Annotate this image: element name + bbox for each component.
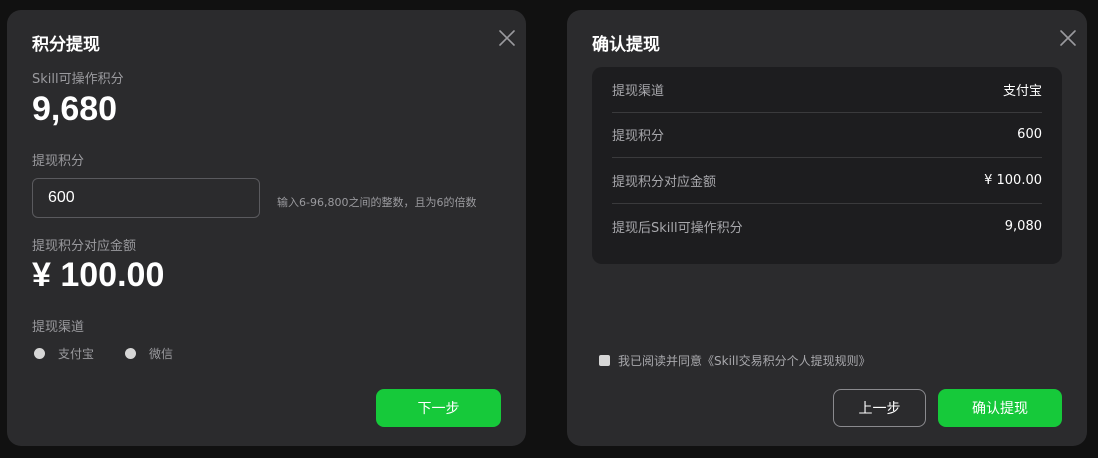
row-value: 9,080 — [1004, 218, 1042, 234]
operable-points-value: 9,680 — [32, 90, 118, 128]
radio-dot — [34, 348, 45, 359]
amount-label: 提现积分 — [32, 154, 85, 169]
agreement-text[interactable]: 我已阅读并同意《Skill交易积分个人提现规则》 — [618, 352, 871, 369]
row-key: 提现积分对应金额 — [612, 174, 717, 190]
withdraw-dialog: 积分提现 Skill可操作积分 9,680 提现积分 600 输入6-96,80… — [7, 10, 526, 446]
confirm-button[interactable]: 确认提现 — [938, 389, 1062, 427]
summary-row: 提现积分 600 — [612, 113, 1042, 158]
radio-wechat[interactable]: 微信 — [125, 345, 173, 362]
prev-button[interactable]: 上一步 — [833, 389, 926, 427]
operable-points-label: Skill可操作积分 — [32, 72, 124, 87]
summary-row: 提现渠道 支付宝 — [612, 67, 1042, 113]
agreement: 我已阅读并同意《Skill交易积分个人提现规则》 — [599, 352, 871, 369]
row-key: 提现后Skill可操作积分 — [612, 220, 743, 236]
amount-input[interactable]: 600 — [32, 178, 260, 218]
money-label: 提现积分对应金额 — [32, 239, 137, 254]
row-value: ¥ 100.00 — [984, 172, 1042, 188]
amount-hint: 输入6-96,800之间的整数，且为6的倍数 — [277, 196, 477, 209]
channel-label: 提现渠道 — [32, 320, 85, 335]
next-button[interactable]: 下一步 — [376, 389, 501, 427]
agree-checkbox[interactable] — [599, 355, 610, 366]
dialog-title: 确认提现 — [592, 35, 660, 55]
row-key: 提现积分 — [612, 129, 665, 145]
close-icon[interactable] — [498, 29, 516, 47]
row-value: 支付宝 — [1002, 83, 1042, 99]
row-key: 提现渠道 — [612, 83, 665, 99]
summary-row: 提现后Skill可操作积分 9,080 — [612, 204, 1042, 250]
confirm-dialog: 确认提现 提现渠道 支付宝 提现积分 600 提现积分对应金额 ¥ 100.00… — [567, 10, 1087, 446]
money-value: ¥ 100.00 — [32, 256, 165, 294]
radio-label: 微信 — [149, 347, 174, 361]
row-value: 600 — [1017, 127, 1042, 143]
radio-label: 支付宝 — [58, 347, 95, 361]
radio-alipay[interactable]: 支付宝 — [34, 345, 94, 362]
summary-row: 提现积分对应金额 ¥ 100.00 — [612, 158, 1042, 204]
close-icon[interactable] — [1059, 29, 1077, 47]
dialog-title: 积分提现 — [32, 35, 100, 55]
radio-dot — [125, 348, 136, 359]
summary-card: 提现渠道 支付宝 提现积分 600 提现积分对应金额 ¥ 100.00 提现后S… — [592, 67, 1062, 264]
